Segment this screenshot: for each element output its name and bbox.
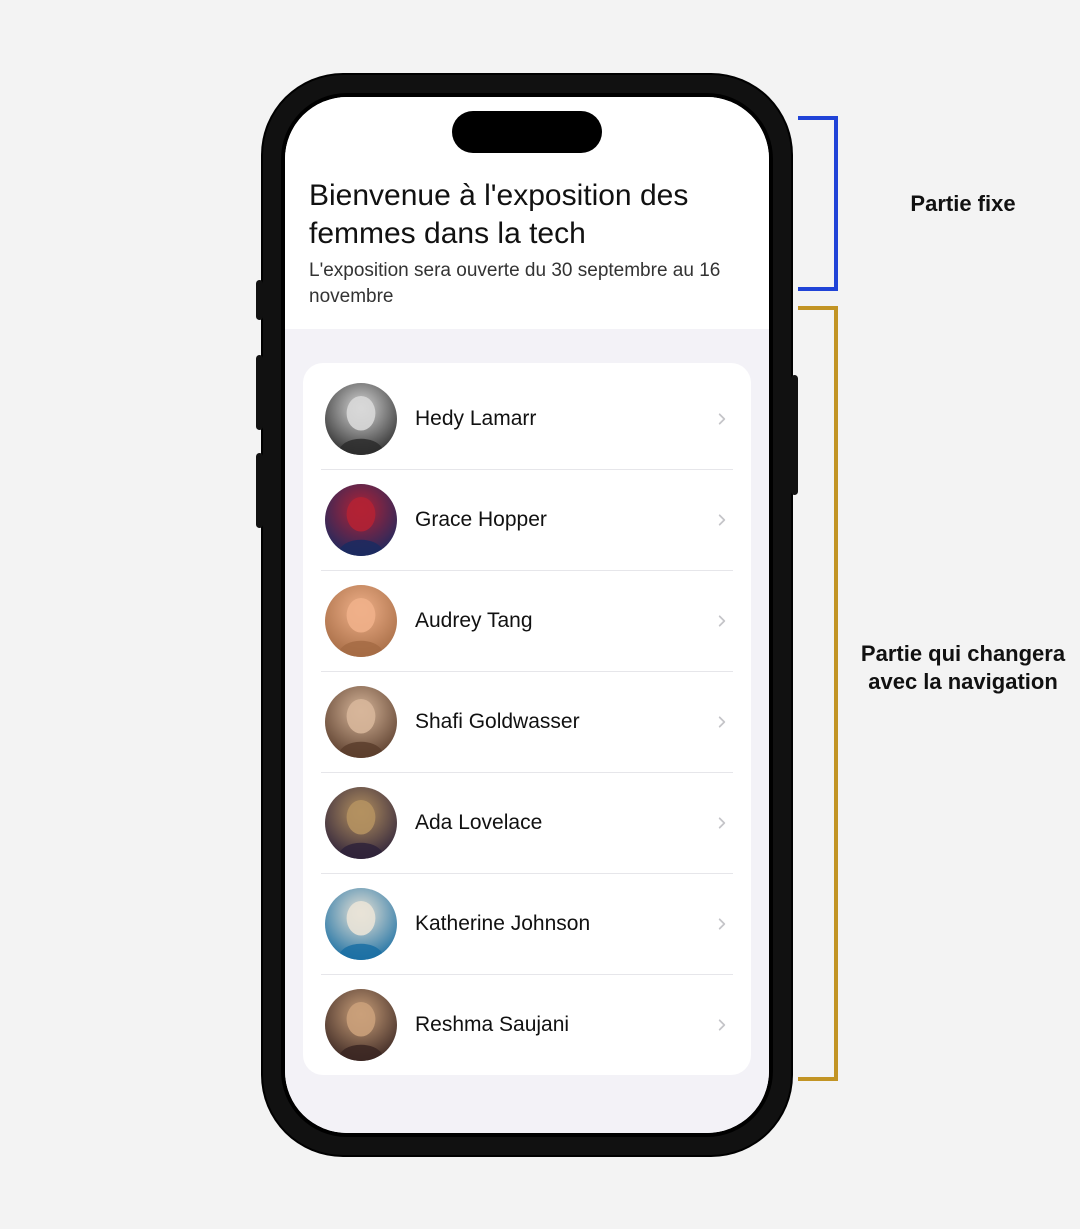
avatar — [325, 787, 397, 859]
list-item-label: Katherine Johnson — [415, 912, 697, 936]
phone-frame: Bienvenue à l'exposition des femmes dans… — [263, 75, 791, 1155]
avatar — [325, 686, 397, 758]
silence-switch — [256, 280, 263, 320]
page-title: Bienvenue à l'exposition des femmes dans… — [309, 177, 745, 252]
navigable-content: Hedy Lamarr Grace Hopper Audrey Tang — [285, 329, 769, 1133]
page-subtitle: L'exposition sera ouverte du 30 septembr… — [309, 258, 745, 309]
avatar — [325, 585, 397, 657]
chevron-right-icon — [715, 1018, 729, 1032]
chevron-right-icon — [715, 816, 729, 830]
power-button — [791, 375, 798, 495]
chevron-right-icon — [715, 715, 729, 729]
list-item[interactable]: Ada Lovelace — [321, 773, 733, 874]
phone-bezel: Bienvenue à l'exposition des femmes dans… — [281, 93, 773, 1137]
volume-up-button — [256, 355, 263, 430]
avatar — [325, 484, 397, 556]
list-item-label: Audrey Tang — [415, 609, 697, 633]
list-item-label: Ada Lovelace — [415, 811, 697, 835]
annotation-fixed: Partie fixe — [858, 190, 1068, 218]
list-item[interactable]: Grace Hopper — [321, 470, 733, 571]
avatar — [325, 989, 397, 1061]
screen: Bienvenue à l'exposition des femmes dans… — [285, 97, 769, 1133]
list-item-label: Reshma Saujani — [415, 1013, 697, 1037]
chevron-right-icon — [715, 412, 729, 426]
list-item[interactable]: Reshma Saujani — [321, 975, 733, 1075]
list-item[interactable]: Shafi Goldwasser — [321, 672, 733, 773]
annotation-navigable: Partie qui changera avec la navigation — [858, 640, 1068, 695]
people-list: Hedy Lamarr Grace Hopper Audrey Tang — [303, 363, 751, 1075]
list-item[interactable]: Audrey Tang — [321, 571, 733, 672]
list-item-label: Grace Hopper — [415, 508, 697, 532]
avatar — [325, 383, 397, 455]
list-item-label: Shafi Goldwasser — [415, 710, 697, 734]
chevron-right-icon — [715, 614, 729, 628]
chevron-right-icon — [715, 513, 729, 527]
list-item-label: Hedy Lamarr — [415, 407, 697, 431]
bracket-navigable — [798, 306, 838, 1081]
chevron-right-icon — [715, 917, 729, 931]
avatar — [325, 888, 397, 960]
list-item[interactable]: Katherine Johnson — [321, 874, 733, 975]
dynamic-island — [452, 111, 602, 153]
bracket-fixed — [798, 116, 838, 291]
list-item[interactable]: Hedy Lamarr — [321, 363, 733, 470]
volume-down-button — [256, 453, 263, 528]
